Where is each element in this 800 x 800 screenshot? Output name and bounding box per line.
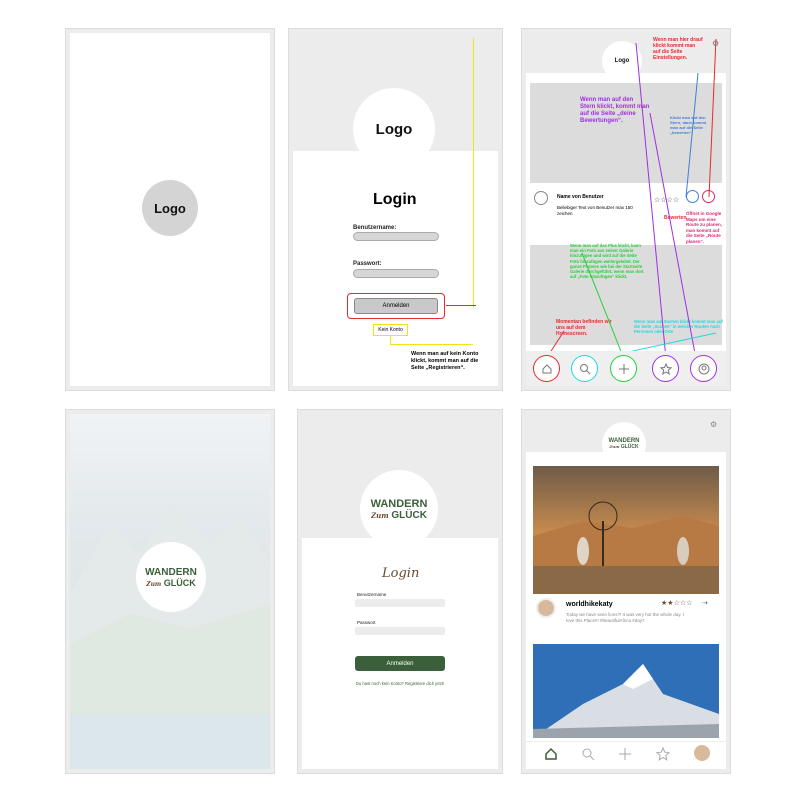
- route-icon[interactable]: ⇢: [702, 599, 708, 607]
- wireframe-feed-screen: Logo ⚙ Wenn man hier drauf klickt kommt …: [526, 33, 726, 386]
- register-link[interactable]: Du hast noch kein Konto? Registriere dic…: [342, 681, 458, 686]
- brand-logo: WANDERN Zum GLÜCK: [602, 422, 646, 466]
- brand-line1: WANDERN: [370, 497, 428, 510]
- wireframe-splash-screen: Logo: [70, 33, 270, 386]
- brand-line2-group: Zum GLÜCK: [371, 510, 427, 521]
- password-label: Passwort: [357, 620, 376, 625]
- username-label: Benutzername:: [353, 225, 397, 231]
- user-icon: [698, 363, 709, 374]
- gear-icon[interactable]: ⚙: [710, 420, 717, 429]
- home-icon[interactable]: [544, 747, 558, 761]
- login-logo: Logo: [353, 88, 435, 170]
- login-title: Login: [373, 191, 417, 208]
- search-icon[interactable]: [581, 747, 595, 761]
- username: worldhikekaty: [566, 601, 613, 608]
- nav-favorites[interactable]: [652, 355, 679, 382]
- brand-zum: Zum: [609, 444, 620, 449]
- rating-stars[interactable]: ★★☆☆☆: [661, 599, 692, 607]
- brand-zum: Zum: [146, 580, 162, 588]
- brand-line1: WANDERN: [145, 566, 197, 578]
- plus-icon[interactable]: [618, 747, 632, 761]
- home-icon: [542, 363, 551, 373]
- brand-logo: WANDERN Zum GLÜCK: [136, 542, 206, 612]
- rating-star-icon[interactable]: ☆: [686, 600, 692, 607]
- username-field[interactable]: [353, 232, 439, 241]
- splash-logo-text: Logo: [154, 200, 186, 216]
- brand-line2-group: Zum GLÜCK: [609, 444, 638, 450]
- post-text: Today we have seen lions?! It was very h…: [566, 612, 684, 623]
- password-label: Passwort:: [353, 261, 382, 267]
- yellow-arrow-line: [473, 38, 474, 308]
- username-label: Benutzername: [357, 592, 387, 597]
- nav-profile[interactable]: [690, 355, 717, 382]
- login-logo-text: Logo: [375, 120, 413, 138]
- username-field[interactable]: [355, 599, 445, 607]
- profile-avatar[interactable]: [694, 745, 710, 761]
- yellow-connector-down: [390, 336, 391, 344]
- nav-home[interactable]: [533, 355, 560, 382]
- nav-search[interactable]: [571, 355, 598, 382]
- mockup-splash-screen: WANDERN Zum GLÜCK: [70, 414, 270, 769]
- login-title: Login: [382, 566, 420, 581]
- avatar: [536, 598, 556, 618]
- mockup-login-screen: WANDERN Zum GLÜCK Login Benutzername Pas…: [302, 414, 498, 769]
- password-field[interactable]: [353, 269, 439, 278]
- red-arrow: [446, 305, 476, 306]
- no-account-note: Wenn man auf kein Konto klickt, kommt ma…: [411, 351, 479, 371]
- star-icon: [659, 362, 672, 375]
- submit-button[interactable]: Anmelden: [355, 656, 445, 671]
- post-photo-desert: [533, 466, 719, 594]
- submit-button[interactable]: Anmelden: [354, 298, 438, 314]
- annotation-arrows: [545, 38, 717, 360]
- brand-zum: Zum: [371, 510, 389, 520]
- search-icon: [579, 363, 590, 374]
- post-photo-mountain: [533, 644, 719, 738]
- password-field[interactable]: [355, 627, 445, 635]
- nav-add[interactable]: [610, 355, 637, 382]
- brand-line2: GLÜCK: [620, 444, 639, 450]
- wireframe-login-screen: Logo Login Benutzername: Passwort: Anmel…: [293, 33, 498, 386]
- plus-icon: [618, 363, 629, 374]
- mockup-feed-screen: WANDERN Zum GLÜCK ⚙ worldhikekaty Today …: [526, 414, 726, 769]
- brand-logo: WANDERN Zum GLÜCK: [360, 470, 438, 548]
- yellow-connector-right: [390, 344, 473, 345]
- no-account-link[interactable]: Kein Konto: [373, 324, 408, 336]
- star-icon[interactable]: [656, 747, 670, 761]
- splash-logo: Logo: [142, 180, 198, 236]
- brand-line2: GLÜCK: [163, 577, 196, 588]
- brand-line2-group: Zum GLÜCK: [146, 578, 196, 588]
- brand-line2: GLÜCK: [391, 509, 427, 521]
